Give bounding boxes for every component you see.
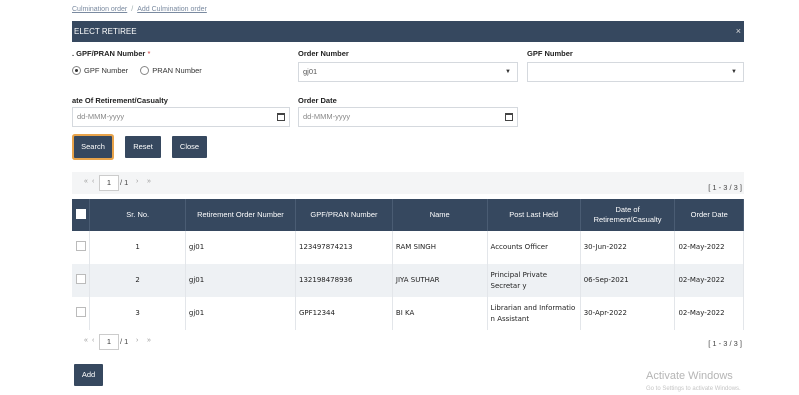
gpf-pran-radio-group: GPF Number PRAN Number	[72, 66, 202, 75]
activate-windows-subtext: Go to Settings to activate Windows.	[646, 386, 741, 392]
gpf-pran-label-text: . GPF/PRAN Number	[72, 49, 146, 58]
pagination-bottom: « ‹ 1 / 1 › » [ 1 - 3 / 3 ]	[72, 331, 744, 353]
cell-order-number: gj01	[185, 231, 297, 264]
modal-header: ELECT RETIREE ×	[72, 21, 744, 42]
activate-windows-watermark: Activate Windows	[646, 370, 733, 382]
cell-order-number: gj01	[185, 297, 297, 330]
column-header-name[interactable]: Name	[392, 199, 488, 231]
cell-gpf-number: 123497874213	[295, 231, 393, 264]
cell-gpf-number: GPF12344	[295, 297, 393, 330]
prev-page-icon[interactable]: ‹	[92, 337, 94, 344]
cell-name: RAM SINGH	[392, 231, 488, 264]
pagination-top: « ‹ 1 / 1 › » [ 1 - 3 / 3 ]	[72, 172, 744, 194]
first-page-icon[interactable]: «	[84, 178, 88, 185]
retirement-date-input[interactable]: dd-MMM-yyyy	[72, 107, 290, 127]
radio-gpf-label: GPF Number	[84, 66, 129, 75]
order-number-label: Order Number	[298, 49, 349, 58]
order-date-label: Order Date	[298, 96, 337, 105]
cell-post-last-held: Principal Private Secretar y	[487, 264, 581, 297]
retirement-date-placeholder: dd-MMM-yyyy	[77, 112, 125, 121]
cell-order-date: 02-May-2022	[674, 264, 744, 297]
next-page-icon[interactable]: ›	[136, 337, 138, 344]
reset-button[interactable]: Reset	[125, 136, 161, 158]
cell-sr-no: 3	[89, 297, 186, 330]
column-header-post-last-held[interactable]: Post Last Held	[487, 199, 581, 231]
search-button[interactable]: Search	[74, 136, 112, 158]
radio-gpf-indicator[interactable]	[72, 66, 81, 75]
prev-page-icon[interactable]: ‹	[92, 178, 94, 185]
next-page-icon[interactable]: ›	[136, 178, 138, 185]
cell-retirement-date: 30-Apr-2022	[580, 297, 676, 330]
cell-post-last-held: Accounts Officer	[487, 231, 581, 264]
retirement-date-label: ate Of Retirement/Casualty	[72, 96, 168, 105]
order-date-input[interactable]: dd-MMM-yyyy	[298, 107, 518, 127]
required-mark: *	[147, 49, 151, 58]
chevron-down-icon[interactable]: ▼	[731, 63, 737, 81]
calendar-icon[interactable]	[505, 113, 513, 121]
order-number-select[interactable]: gj01 ▼	[298, 62, 518, 82]
table-row[interactable]: 3 gj01 GPF12344 BI KA Librarian and Info…	[72, 297, 744, 330]
radio-gpf-number[interactable]: GPF Number	[72, 66, 128, 75]
last-page-icon[interactable]: »	[147, 337, 151, 344]
column-header-retirement-order-number[interactable]: Retirement Order Number	[185, 199, 297, 231]
gpf-number-select[interactable]: ▼	[527, 62, 744, 82]
row-checkbox-cell	[72, 264, 91, 297]
page-range: [ 1 - 3 / 3 ]	[708, 183, 742, 192]
cell-order-number: gj01	[185, 264, 297, 297]
select-all-header	[72, 199, 91, 231]
gpf-number-label: GPF Number	[527, 49, 573, 58]
cell-order-date: 02-May-2022	[674, 231, 744, 264]
row-checkbox-cell	[72, 231, 91, 264]
page-total: / 1	[120, 178, 129, 187]
first-page-icon[interactable]: «	[84, 337, 88, 344]
page-total: / 1	[120, 337, 129, 346]
chevron-down-icon[interactable]: ▼	[505, 63, 511, 81]
column-header-date-of-retirement[interactable]: Date of Retirement/Casualty	[580, 199, 676, 231]
modal-title: ELECT RETIREE	[74, 27, 137, 36]
page-number-input[interactable]: 1	[99, 334, 119, 350]
row-checkbox-cell	[72, 297, 91, 330]
breadcrumb-item-add-culmination-order[interactable]: Add Culmination order	[137, 6, 207, 13]
calendar-icon[interactable]	[277, 113, 285, 121]
cell-retirement-date: 30-Jun-2022	[580, 231, 676, 264]
radio-pran-number[interactable]: PRAN Number	[140, 66, 202, 75]
close-button[interactable]: Close	[172, 136, 207, 158]
row-checkbox[interactable]	[75, 273, 86, 284]
column-header-gpf-pran-number[interactable]: GPF/PRAN Number	[295, 199, 393, 231]
column-header-sr-no[interactable]: Sr. No.	[89, 199, 186, 231]
page-range: [ 1 - 3 / 3 ]	[708, 339, 742, 348]
cell-sr-no: 2	[89, 264, 186, 297]
page-number-input[interactable]: 1	[99, 175, 119, 191]
cell-name: JIYA SUTHAR	[392, 264, 488, 297]
order-date-placeholder: dd-MMM-yyyy	[303, 112, 351, 121]
breadcrumb-item-culmination-order[interactable]: Culmination order	[72, 6, 127, 13]
order-number-value: gj01	[303, 67, 318, 76]
row-checkbox[interactable]	[75, 240, 86, 251]
row-checkbox[interactable]	[75, 306, 86, 317]
table-row[interactable]: 1 gj01 123497874213 RAM SINGH Accounts O…	[72, 231, 744, 264]
column-header-order-date[interactable]: Order Date	[674, 199, 744, 231]
table-row[interactable]: 2 gj01 132198478936 JIYA SUTHAR Principa…	[72, 264, 744, 297]
radio-pran-label: PRAN Number	[152, 66, 202, 75]
cell-retirement-date: 06-Sep-2021	[580, 264, 676, 297]
cell-gpf-number: 132198478936	[295, 264, 393, 297]
gpf-pran-label: . GPF/PRAN Number *	[72, 49, 150, 58]
cell-sr-no: 1	[89, 231, 186, 264]
radio-pran-indicator[interactable]	[140, 66, 150, 75]
breadcrumb: Culmination order / Add Culmination order	[72, 6, 207, 16]
last-page-icon[interactable]: »	[147, 178, 151, 185]
cell-post-last-held: Librarian and Informatio n Assistant	[487, 297, 581, 330]
table-header-row: Sr. No. Retirement Order Number GPF/PRAN…	[72, 199, 744, 231]
cell-order-date: 02-May-2022	[674, 297, 744, 330]
select-all-checkbox[interactable]	[75, 208, 86, 219]
add-button[interactable]: Add	[74, 364, 103, 386]
breadcrumb-separator: /	[131, 6, 134, 13]
cell-name: BI KA	[392, 297, 488, 330]
close-icon[interactable]: ×	[736, 21, 741, 42]
retiree-table: Sr. No. Retirement Order Number GPF/PRAN…	[72, 199, 744, 330]
